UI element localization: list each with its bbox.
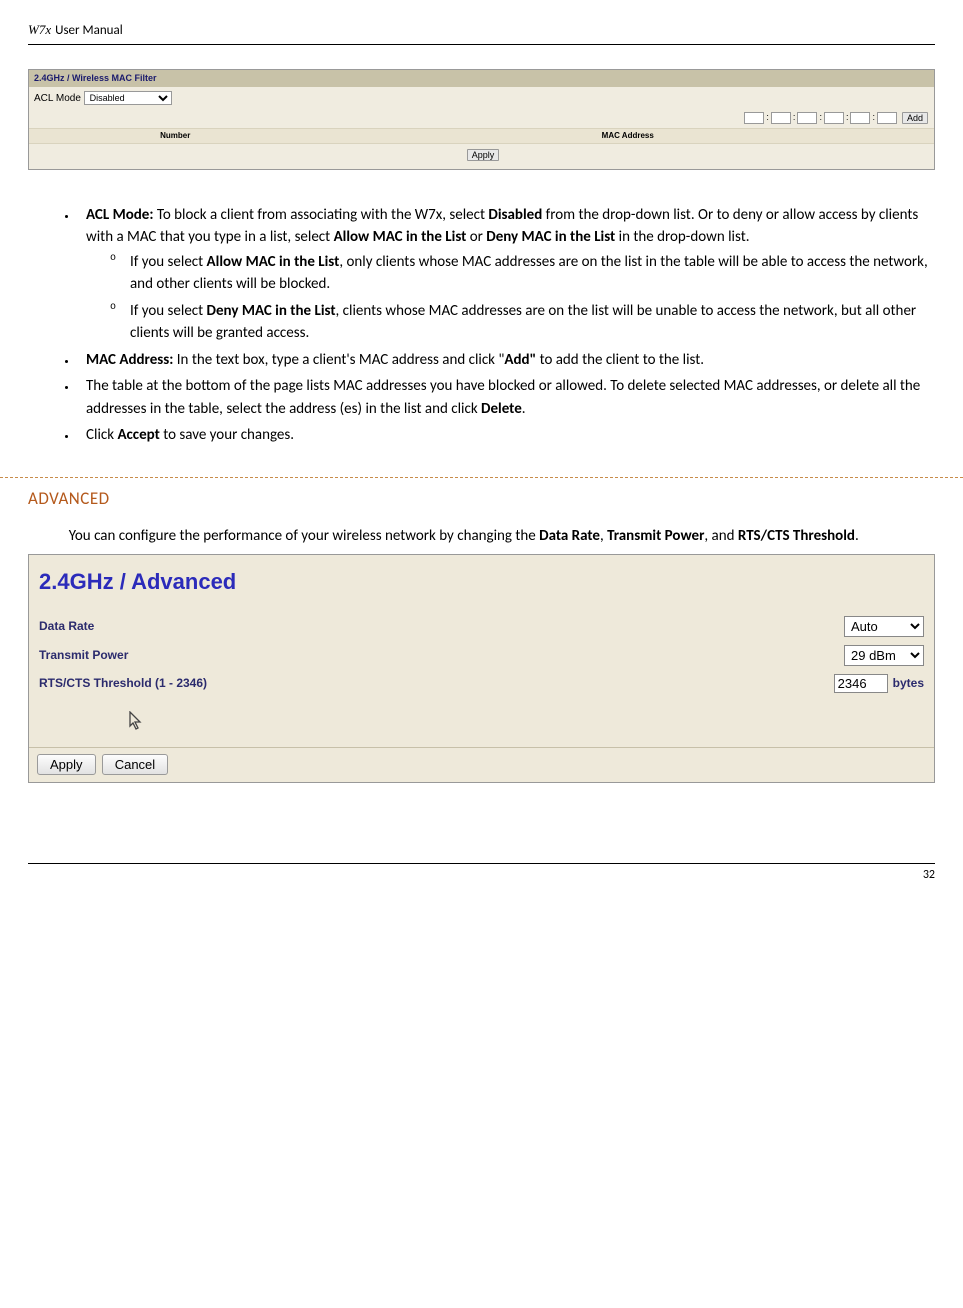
data-rate-label: Data Rate	[39, 617, 844, 635]
rts-label: RTS/CTS Threshold (1 - 2346)	[39, 674, 834, 692]
mac-filter-title: 2.4GHz / Wireless MAC Filter	[29, 70, 934, 88]
apply-button-advanced[interactable]: Apply	[37, 754, 96, 775]
cancel-button[interactable]: Cancel	[102, 754, 168, 775]
colon: :	[766, 111, 769, 125]
sub-bullet-deny: If you select Deny MAC in the List, clie…	[130, 300, 935, 345]
page-number: 32	[923, 868, 935, 882]
bullet-accept: Click Accept to save your changes.	[78, 424, 935, 447]
mac-octet-2[interactable]	[771, 112, 791, 124]
rts-row: RTS/CTS Threshold (1 - 2346) bytes	[29, 670, 934, 697]
rts-unit: bytes	[893, 674, 924, 692]
col-number: Number	[29, 129, 321, 143]
section-divider	[0, 477, 963, 478]
mac-input-row: : : : : : Add	[29, 110, 934, 128]
cursor-icon	[129, 711, 934, 739]
mac-octet-5[interactable]	[850, 112, 870, 124]
advanced-button-row: Apply Cancel	[29, 747, 934, 783]
transmit-power-select[interactable]: 29 dBm	[844, 645, 924, 666]
mac-table-header: Number MAC Address	[29, 128, 934, 144]
header-rest: User Manual	[55, 21, 123, 41]
apply-row: Apply	[29, 144, 934, 169]
acl-mode-select[interactable]: Disabled	[84, 91, 172, 105]
page-footer: 32	[28, 863, 935, 884]
data-rate-select[interactable]: Auto	[844, 616, 924, 637]
bullet-table-note: The table at the bottom of the page list…	[78, 375, 935, 420]
explanation-list: ACL Mode: To block a client from associa…	[28, 204, 935, 447]
sub-bullet-allow: If you select Allow MAC in the List, onl…	[130, 251, 935, 296]
mac-octet-4[interactable]	[824, 112, 844, 124]
advanced-heading: ADVANCED	[0, 486, 963, 512]
colon: :	[819, 111, 822, 125]
advanced-title: 2.4GHz / Advanced	[29, 555, 934, 612]
mac-octet-6[interactable]	[877, 112, 897, 124]
acl-mode-label: ACL Mode	[34, 93, 81, 104]
transmit-power-row: Transmit Power 29 dBm	[29, 641, 934, 670]
rts-input[interactable]	[834, 674, 888, 693]
apply-button[interactable]: Apply	[467, 149, 500, 161]
data-rate-row: Data Rate Auto	[29, 612, 934, 641]
mac-filter-panel: 2.4GHz / Wireless MAC Filter ACL Mode Di…	[28, 69, 935, 170]
colon: :	[846, 111, 849, 125]
advanced-intro: You can configure the performance of you…	[28, 525, 935, 548]
mac-octet-1[interactable]	[744, 112, 764, 124]
bullet-mac-address: MAC Address: In the text box, type a cli…	[78, 349, 935, 372]
transmit-power-label: Transmit Power	[39, 646, 844, 664]
header-prefix: W7x	[28, 20, 51, 40]
doc-header: W7x User Manual	[28, 20, 935, 45]
mac-octet-3[interactable]	[797, 112, 817, 124]
acl-mode-row: ACL Mode Disabled	[29, 87, 934, 110]
advanced-panel: 2.4GHz / Advanced Data Rate Auto Transmi…	[28, 554, 935, 784]
add-button[interactable]: Add	[902, 112, 928, 124]
bullet-acl-mode: ACL Mode: To block a client from associa…	[78, 204, 935, 345]
colon: :	[793, 111, 796, 125]
col-mac: MAC Address	[321, 129, 934, 143]
colon: :	[872, 111, 875, 125]
